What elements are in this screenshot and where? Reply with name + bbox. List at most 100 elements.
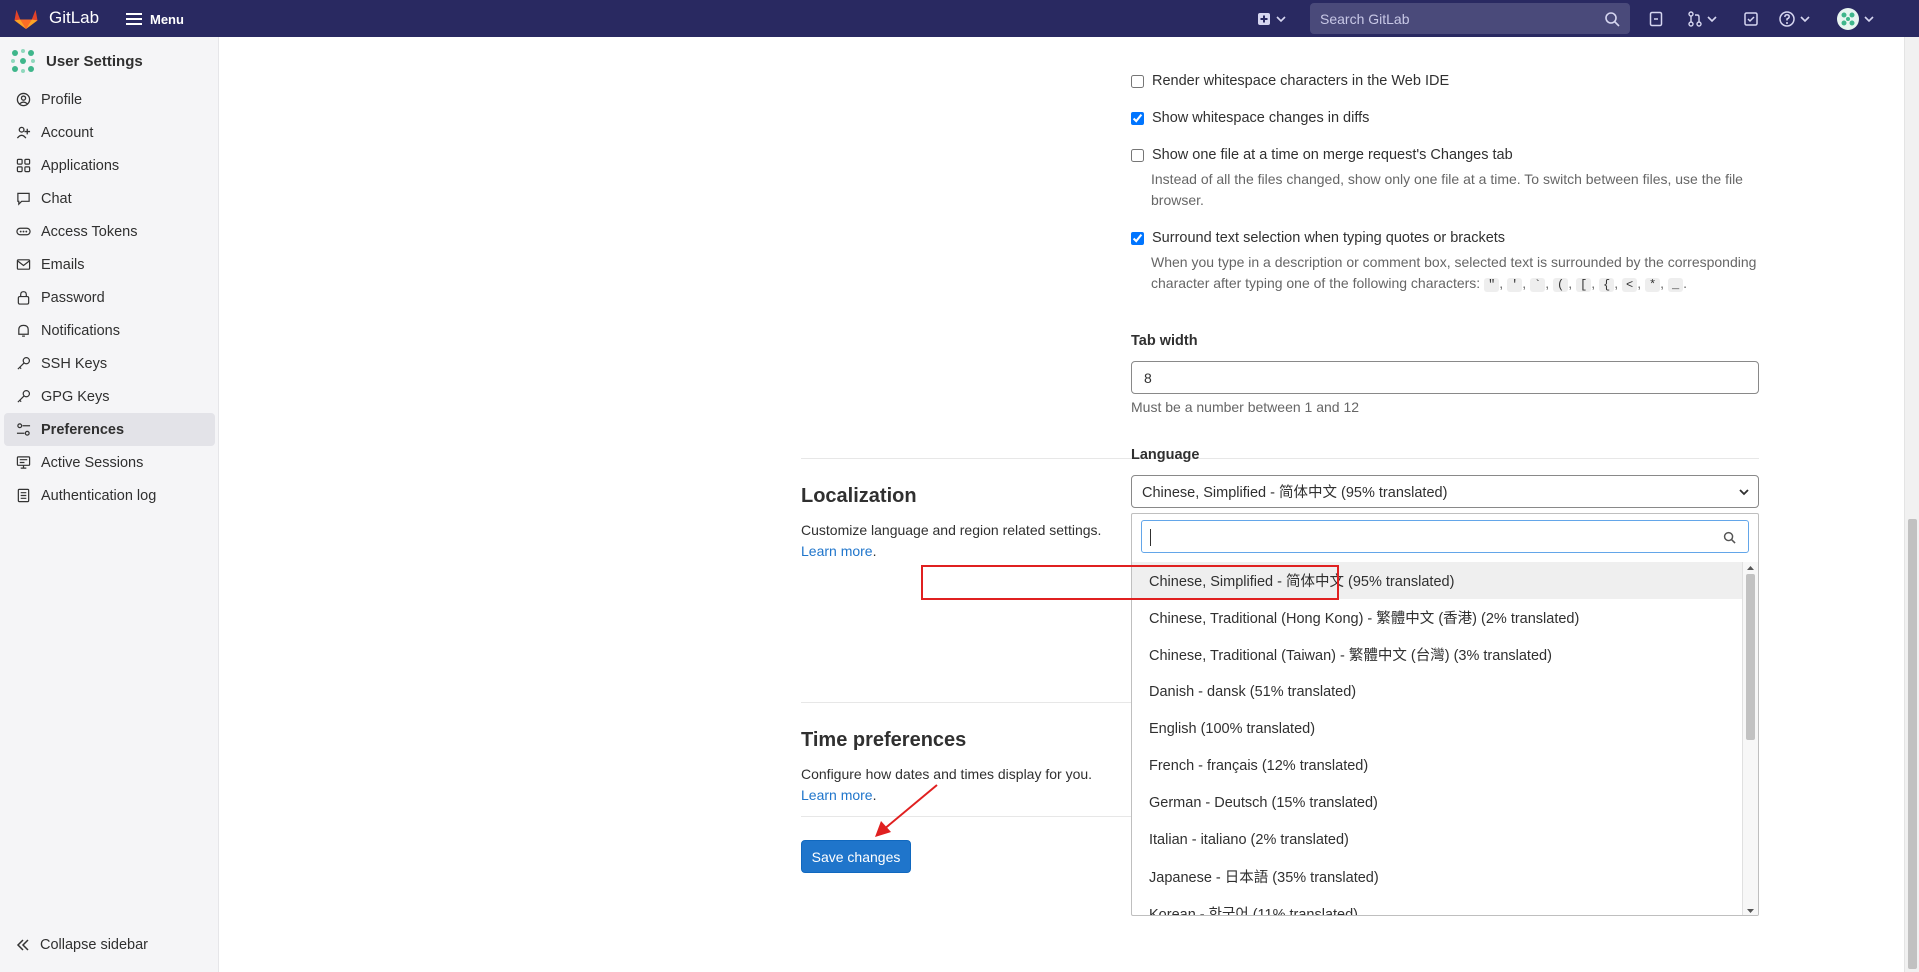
key-icon — [17, 389, 31, 403]
sidebar-item-emails[interactable]: Emails — [4, 248, 215, 281]
tab-width-label: Tab width — [1131, 333, 1198, 349]
save-changes-button[interactable]: Save changes — [801, 840, 911, 873]
char-code: ` — [1530, 278, 1546, 292]
dropdown-scroll-thumb[interactable] — [1746, 574, 1755, 740]
menu-button[interactable]: Menu — [126, 9, 184, 29]
sidebar-item-label: Profile — [41, 91, 83, 108]
sidebar-header[interactable]: User Settings — [9, 48, 143, 74]
char-code: ' — [1507, 278, 1523, 292]
search-input[interactable] — [1310, 3, 1630, 34]
sidebar-title: User Settings — [46, 52, 143, 70]
char-code: { — [1599, 278, 1615, 292]
mail-icon — [16, 259, 31, 270]
language-label: Language — [1131, 447, 1200, 463]
sidebar-item-gpg-keys[interactable]: GPG Keys — [4, 380, 215, 413]
sidebar-item-label: Preferences — [41, 421, 125, 438]
language-search-box[interactable] — [1141, 520, 1749, 553]
sidebar-item-notifications[interactable]: Notifications — [4, 314, 215, 347]
profile-icon — [16, 92, 31, 107]
hamburger-icon — [126, 13, 142, 25]
sidebar-item-applications[interactable]: Applications — [4, 149, 215, 182]
user-settings-avatar-icon — [11, 49, 35, 73]
sidebar-item-access-tokens[interactable]: Access Tokens — [4, 215, 215, 248]
avatar — [1837, 8, 1859, 30]
one-file-checkbox[interactable] — [1131, 149, 1144, 162]
one-file-label[interactable]: Show one file at a time on merge request… — [1152, 147, 1513, 163]
help-button[interactable] — [1778, 9, 1810, 29]
language-option[interactable]: Chinese, Simplified - 简体中文 (95% translat… — [1132, 562, 1742, 599]
one-file-help: Instead of all the files changed, show o… — [1151, 171, 1743, 208]
gitlab-logo-icon[interactable] — [13, 7, 39, 30]
merge-request-icon — [1688, 11, 1702, 27]
time-preferences-desc: Configure how dates and times display fo… — [801, 766, 1093, 803]
tab-width-input[interactable] — [1131, 361, 1759, 394]
chevron-down-icon — [1707, 16, 1717, 23]
language-search-input[interactable] — [1142, 521, 1748, 552]
sidebar-item-active-sessions[interactable]: Active Sessions — [4, 446, 215, 479]
sidebar-item-preferences[interactable]: Preferences — [4, 413, 215, 446]
chevron-down-icon — [1739, 489, 1749, 496]
double-chevron-left-icon — [16, 939, 29, 951]
collapse-sidebar-label: Collapse sidebar — [40, 937, 149, 953]
localization-desc-text: Customize language and region related se… — [801, 522, 1102, 538]
time-preferences-learn-more-link[interactable]: Learn more — [801, 787, 873, 803]
dropdown-scrollbar[interactable] — [1742, 562, 1758, 915]
language-option[interactable]: French - français (12% translated) — [1132, 747, 1742, 784]
page-scrollbar[interactable] — [1904, 37, 1919, 972]
language-select[interactable]: Chinese, Simplified - 简体中文 (95% translat… — [1131, 475, 1759, 508]
sidebar-item-label: SSH Keys — [41, 355, 108, 372]
localization-desc: Customize language and region related se… — [801, 522, 1102, 559]
help-question-icon — [1779, 11, 1795, 27]
language-option[interactable]: English (100% translated) — [1132, 710, 1742, 747]
sidebar-item-ssh-keys[interactable]: SSH Keys — [4, 347, 215, 380]
language-option[interactable]: Chinese, Traditional (Hong Kong) - 繁體中文 … — [1132, 599, 1742, 636]
plus-square-icon — [1258, 13, 1270, 25]
sidebar-item-label: Password — [41, 289, 105, 306]
surround-checkbox[interactable] — [1131, 232, 1144, 245]
localization-title: Localization — [801, 485, 917, 507]
char-code: * — [1644, 278, 1661, 292]
language-option[interactable]: German - Deutsch (15% translated) — [1132, 784, 1742, 821]
language-dropdown: Chinese, Simplified - 简体中文 (95% translat… — [1131, 513, 1759, 916]
render-whitespace-checkbox[interactable] — [1131, 75, 1144, 88]
brand-name[interactable]: GitLab — [49, 8, 99, 28]
sidebar: User Settings Profile Account Applicatio… — [0, 37, 219, 972]
sidebar-item-chat[interactable]: Chat — [4, 182, 215, 215]
sidebar-item-label: Applications — [41, 157, 120, 174]
issues-button[interactable] — [1648, 9, 1664, 29]
language-selected-value: Chinese, Simplified - 简体中文 (95% translat… — [1142, 485, 1448, 501]
sidebar-item-password[interactable]: Password — [4, 281, 215, 314]
new-item-button[interactable] — [1256, 9, 1286, 29]
chat-icon — [17, 192, 30, 206]
render-whitespace-label[interactable]: Render whitespace characters in the Web … — [1152, 73, 1449, 89]
time-preferences-desc-text: Configure how dates and times display fo… — [801, 766, 1093, 782]
page-scroll-thumb[interactable] — [1908, 519, 1917, 969]
bell-icon — [18, 324, 29, 337]
surround-help: When you type in a description or commen… — [1151, 254, 1757, 292]
top-navbar: GitLab Menu — [0, 0, 1919, 37]
tab-width-help: Must be a number between 1 and 12 — [1131, 399, 1360, 415]
language-option[interactable]: Chinese, Traditional (Taiwan) - 繁體中文 (台灣… — [1132, 636, 1742, 673]
main-content: Render whitespace characters in the Web … — [219, 37, 1904, 972]
sidebar-item-authentication-log[interactable]: Authentication log — [4, 479, 215, 512]
todo-check-icon — [1744, 12, 1758, 26]
char-code: [ — [1576, 278, 1592, 292]
language-options: Chinese, Simplified - 简体中文 (95% translat… — [1132, 562, 1742, 915]
user-menu-button[interactable] — [1836, 8, 1874, 30]
sidebar-item-account[interactable]: Account — [4, 116, 215, 149]
merge-requests-button[interactable] — [1687, 9, 1717, 29]
language-option[interactable]: Japanese - 日本語 (35% translated) — [1132, 858, 1742, 895]
localization-learn-more-link[interactable]: Learn more — [801, 543, 873, 559]
search-box[interactable] — [1310, 3, 1630, 34]
key-icon — [17, 356, 31, 370]
todos-button[interactable] — [1743, 9, 1759, 29]
section-divider — [801, 816, 1131, 817]
show-whitespace-label[interactable]: Show whitespace changes in diffs — [1152, 110, 1369, 126]
collapse-sidebar-button[interactable]: Collapse sidebar — [16, 937, 148, 953]
show-whitespace-checkbox[interactable] — [1131, 112, 1144, 125]
language-option[interactable]: Danish - dansk (51% translated) — [1132, 673, 1742, 710]
sidebar-item-profile[interactable]: Profile — [4, 83, 215, 116]
language-option[interactable]: Korean - 한국어 (11% translated) — [1132, 895, 1742, 915]
language-option[interactable]: Italian - italiano (2% translated) — [1132, 821, 1742, 858]
surround-label[interactable]: Surround text selection when typing quot… — [1152, 230, 1505, 246]
